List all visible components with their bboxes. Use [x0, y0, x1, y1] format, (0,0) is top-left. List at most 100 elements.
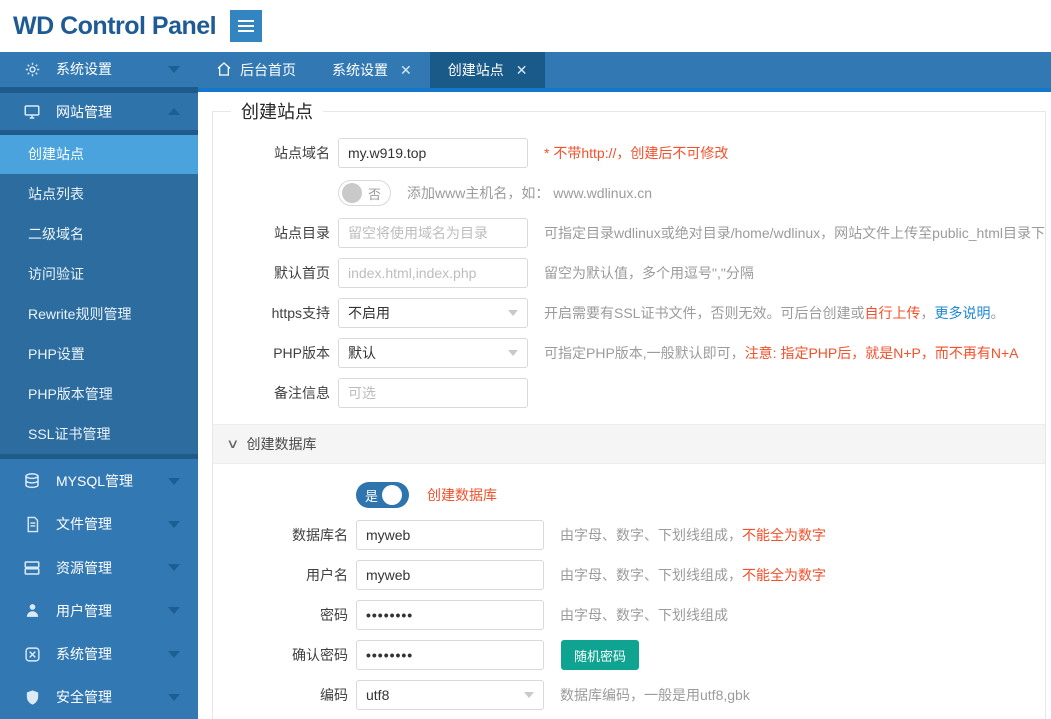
create-db-toggle[interactable]: 是 — [356, 482, 409, 508]
chevron-down-icon: ∨ — [226, 436, 239, 452]
sidebar-section-files[interactable]: 文件管理 — [0, 503, 198, 546]
toggle-knob — [342, 183, 362, 203]
create-db-section-header[interactable]: ∨ 创建数据库 — [213, 424, 1045, 464]
https-select[interactable]: 不启用 — [338, 298, 528, 328]
sidebar-section-label: 安全管理 — [56, 687, 112, 707]
db-user-note: 由字母、数字、下划线组成，不能全为数字 — [560, 565, 826, 585]
db-name-note: 由字母、数字、下划线组成，不能全为数字 — [560, 525, 826, 545]
sidebar-section-mysql[interactable]: MYSQL管理 — [0, 459, 198, 502]
chevron-down-icon — [168, 66, 180, 73]
tab-home[interactable]: 后台首页 — [198, 52, 314, 88]
chevron-down-icon — [168, 478, 180, 485]
db-confirm-row: 确认密码 随机密码 — [213, 640, 1045, 670]
shield-icon — [22, 689, 42, 706]
sidebar-item-ssl-cert[interactable]: SSL证书管理 — [0, 414, 198, 454]
db-encoding-select[interactable]: utf8 — [356, 680, 544, 710]
https-label: https支持 — [213, 303, 338, 323]
db-user-label: 用户名 — [213, 565, 356, 585]
content-area: 创建站点 站点域名 * 不带http://，创建后不可修改 否 添加www主机名… — [198, 92, 1051, 719]
sidebar-item-site-list[interactable]: 站点列表 — [0, 174, 198, 214]
site-dir-input[interactable] — [338, 218, 528, 248]
sidebar-section-resources[interactable]: 资源管理 — [0, 546, 198, 589]
default-index-input[interactable] — [338, 258, 528, 288]
www-toggle-row: 否 添加www主机名，如： www.wdlinux.cn — [213, 178, 1045, 208]
db-password-input[interactable] — [356, 600, 544, 630]
domain-input[interactable] — [338, 138, 528, 168]
sidebar-section-system[interactable]: 系统管理 — [0, 633, 198, 676]
sidebar-item-rewrite-rules[interactable]: Rewrite规则管理 — [0, 294, 198, 334]
remark-input[interactable] — [338, 378, 528, 408]
site-dir-row: 站点目录 可指定目录wdlinux或绝对目录/home/wdlinux，网站文件… — [213, 218, 1045, 248]
more-info-link[interactable]: 更多说明 — [934, 305, 990, 321]
section-title: 创建数据库 — [247, 434, 317, 454]
chevron-up-icon — [168, 108, 180, 115]
chevron-down-icon — [168, 564, 180, 571]
db-encoding-row: 编码 utf8 数据库编码，一般是用utf8,gbk — [213, 680, 1045, 710]
default-index-note: 留空为默认值，多个用逗号","分隔 — [544, 263, 754, 283]
default-index-label: 默认首页 — [213, 263, 338, 283]
php-version-row: PHP版本 默认 可指定PHP版本,一般默认即可，注意: 指定PHP后，就是N+… — [213, 338, 1045, 368]
sidebar-section-label: 资源管理 — [56, 558, 112, 578]
default-index-row: 默认首页 留空为默认值，多个用逗号","分隔 — [213, 258, 1045, 288]
tab-label: 创建站点 — [448, 60, 504, 80]
hamburger-icon — [238, 20, 254, 22]
sidebar-item-php-version[interactable]: PHP版本管理 — [0, 374, 198, 414]
toggle-knob — [382, 485, 402, 505]
sidebar-item-system-settings[interactable]: 系统设置 — [0, 52, 198, 87]
user-icon — [22, 602, 42, 619]
db-name-input[interactable] — [356, 520, 544, 550]
tab-label: 系统设置 — [332, 60, 388, 80]
chevron-down-icon — [168, 607, 180, 614]
site-dir-note: 可指定目录wdlinux或绝对目录/home/wdlinux，网站文件上传至pu… — [544, 223, 1045, 243]
tab-bar: 后台首页 系统设置 ✕ 创建站点 ✕ — [198, 52, 1051, 92]
toggle-state-label: 是 — [365, 486, 378, 505]
upload-cert-link[interactable]: 自行上传 — [864, 305, 920, 321]
db-password-note: 由字母、数字、下划线组成 — [560, 605, 728, 625]
www-toggle[interactable]: 否 — [338, 180, 391, 206]
chevron-down-icon — [524, 692, 534, 698]
close-icon[interactable]: ✕ — [400, 62, 412, 79]
sidebar-item-create-site[interactable]: 创建站点 — [0, 135, 198, 174]
site-dir-label: 站点目录 — [213, 223, 338, 243]
tab-create-site[interactable]: 创建站点 ✕ — [430, 52, 546, 88]
gear-icon — [22, 61, 42, 78]
sidebar-item-subdomain[interactable]: 二级域名 — [0, 214, 198, 254]
sidebar-section-label: 系统管理 — [56, 644, 112, 664]
sidebar-item-php-settings[interactable]: PHP设置 — [0, 334, 198, 374]
app-header: WD Control Panel — [0, 0, 1051, 52]
sidebar-section-label: 网站管理 — [56, 102, 112, 122]
random-password-button[interactable]: 随机密码 — [561, 640, 639, 670]
db-confirm-input[interactable] — [356, 640, 544, 670]
php-version-note: 可指定PHP版本,一般默认即可，注意: 指定PHP后，就是N+P，而不再有N+A — [544, 343, 1019, 363]
sidebar-section-label: 用户管理 — [56, 601, 112, 621]
close-icon[interactable]: ✕ — [516, 62, 528, 79]
domain-row: 站点域名 * 不带http://，创建后不可修改 — [213, 138, 1045, 168]
chevron-down-icon — [168, 694, 180, 701]
app-logo: WD Control Panel — [13, 12, 216, 41]
wrench-icon — [22, 646, 42, 663]
db-confirm-label: 确认密码 — [213, 645, 356, 665]
db-user-input[interactable] — [356, 560, 544, 590]
create-db-toggle-row: 是 创建数据库 — [213, 480, 1045, 510]
create-db-label: 创建数据库 — [427, 485, 497, 505]
chevron-down-icon — [508, 350, 518, 356]
sidebar-section-security[interactable]: 安全管理 — [0, 676, 198, 719]
sidebar-section-web-management[interactable]: 网站管理 — [0, 93, 198, 130]
db-encoding-value: utf8 — [366, 687, 389, 703]
monitor-icon — [22, 103, 42, 121]
create-site-panel: 创建站点 站点域名 * 不带http://，创建后不可修改 否 添加www主机名… — [212, 98, 1046, 719]
php-version-select[interactable]: 默认 — [338, 338, 528, 368]
sidebar-section-label: 文件管理 — [56, 514, 112, 534]
server-icon — [22, 559, 42, 577]
sidebar-section-users[interactable]: 用户管理 — [0, 589, 198, 632]
database-icon — [22, 472, 42, 490]
sidebar: 系统设置 网站管理 创建站点 站点列表 二级域名 访问验证 Rewrite规则管… — [0, 52, 198, 719]
hamburger-menu-button[interactable] — [230, 10, 262, 42]
sidebar-item-access-auth[interactable]: 访问验证 — [0, 254, 198, 294]
chevron-down-icon — [168, 651, 180, 658]
tab-system-settings[interactable]: 系统设置 ✕ — [314, 52, 430, 88]
php-version-label: PHP版本 — [213, 343, 338, 363]
https-row: https支持 不启用 开启需要有SSL证书文件，否则无效。可后台创建或自行上传… — [213, 298, 1045, 328]
php-version-value: 默认 — [348, 343, 376, 363]
db-name-label: 数据库名 — [213, 525, 356, 545]
